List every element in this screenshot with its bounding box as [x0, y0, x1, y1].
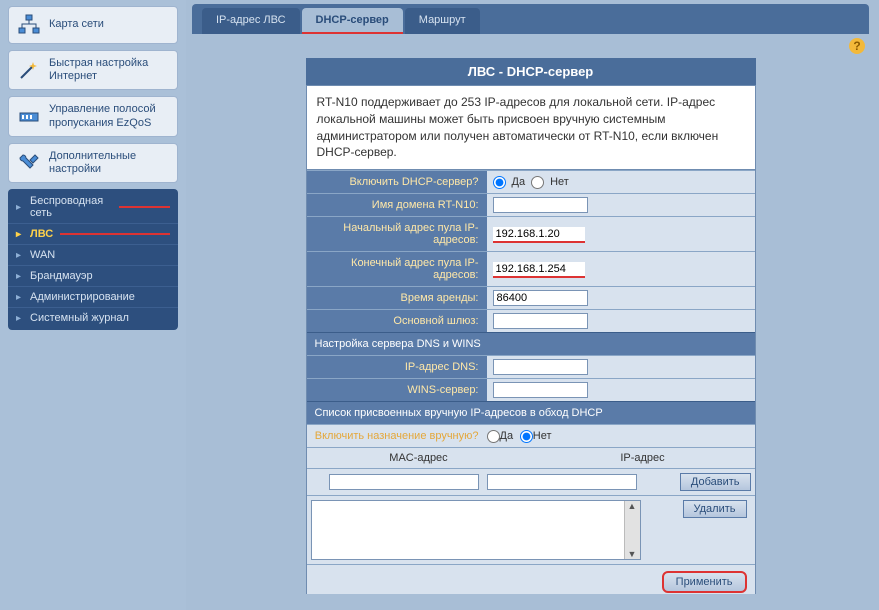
add-button[interactable]: Добавить: [680, 473, 751, 491]
gateway-input[interactable]: [493, 313, 588, 329]
domain-label: Имя домена RT-N10:: [307, 194, 487, 216]
radio-label-no: Нет: [533, 430, 552, 442]
domain-input[interactable]: [493, 197, 588, 213]
sub-label: ЛВС: [30, 228, 53, 240]
manual-yes[interactable]: [487, 430, 500, 443]
wins-input[interactable]: [493, 382, 588, 398]
panel-title: ЛВС - DHCP-сервер: [306, 58, 756, 85]
pool-start-input[interactable]: [493, 227, 585, 241]
sub-label: WAN: [30, 249, 55, 261]
scroll-up-icon[interactable]: ▲: [628, 501, 637, 511]
manual-no[interactable]: [520, 430, 533, 443]
dhcp-panel: RT-N10 поддерживает до 253 IP-адресов дл…: [306, 85, 756, 594]
help-icon[interactable]: ?: [849, 38, 865, 54]
tools-icon: [17, 151, 41, 175]
dns-wins-header: Настройка сервера DNS и WINS: [307, 332, 755, 355]
tab-dhcp-server[interactable]: DHCP-сервер: [302, 8, 403, 34]
sub-label: Беспроводная сеть: [30, 195, 113, 219]
pool-end-input[interactable]: [493, 262, 585, 276]
content: ЛВС - DHCP-сервер RT-N10 поддерживает до…: [192, 34, 869, 594]
sub-item-admin[interactable]: Администрирование: [8, 287, 178, 308]
mac-input[interactable]: [329, 474, 479, 490]
sub-label: Администрирование: [30, 291, 135, 303]
sub-label: Брандмауэр: [30, 270, 93, 282]
underline-icon: [60, 233, 170, 235]
tabs: IP-адрес ЛВС DHCP-сервер Маршрут: [192, 4, 869, 34]
col-mac-header: MAC-адрес: [307, 452, 531, 464]
manual-header: Список присвоенных вручную IP-адресов в …: [307, 401, 755, 424]
manual-enable-label: Включить назначение вручную?: [315, 430, 487, 442]
sub-item-firewall[interactable]: Брандмауэр: [8, 266, 178, 287]
scroll-down-icon[interactable]: ▼: [628, 549, 637, 559]
enable-dhcp-no[interactable]: [531, 176, 544, 189]
delete-button[interactable]: Удалить: [683, 500, 747, 518]
dns-label: IP-адрес DNS:: [307, 356, 487, 378]
lease-input[interactable]: [493, 290, 588, 306]
pool-end-label: Конечный адрес пула IP-адресов:: [307, 252, 487, 286]
sidebar-label: Дополнительные настройки: [49, 150, 171, 176]
sidebar-ezqos[interactable]: Управление полосой пропускания EzQoS: [8, 96, 178, 136]
ip-input[interactable]: [487, 474, 637, 490]
main-area: IP-адрес ЛВС DHCP-сервер Маршрут ? ЛВС -…: [186, 0, 879, 610]
sidebar-label: Управление полосой пропускания EzQoS: [49, 103, 171, 129]
gateway-label: Основной шлюз:: [307, 310, 487, 332]
enable-dhcp-label: Включить DHCP-сервер?: [307, 171, 487, 193]
sub-item-wireless[interactable]: Беспроводная сеть: [8, 191, 178, 224]
enable-dhcp-yes[interactable]: [493, 176, 506, 189]
wins-label: WINS-сервер:: [307, 379, 487, 401]
pool-start-label: Начальный адрес пула IP-адресов:: [307, 217, 487, 251]
network-map-icon: [17, 13, 41, 37]
dns-input[interactable]: [493, 359, 588, 375]
underline-icon: [119, 206, 170, 208]
sub-item-syslog[interactable]: Системный журнал: [8, 308, 178, 328]
lease-label: Время аренды:: [307, 287, 487, 309]
col-ip-header: IP-адрес: [531, 452, 755, 464]
radio-label-yes: Да: [500, 430, 514, 442]
assignment-list[interactable]: ▲▼: [311, 500, 641, 560]
sidebar-submenu: Беспроводная сеть ЛВС WAN Брандмауэр Адм…: [8, 189, 178, 330]
radio-label-yes: Да: [512, 176, 526, 188]
sub-item-lan[interactable]: ЛВС: [8, 224, 178, 245]
sidebar-label: Карта сети: [49, 18, 104, 31]
tab-lan-ip[interactable]: IP-адрес ЛВС: [202, 8, 300, 34]
sidebar-label: Быстрая настройка Интернет: [49, 57, 171, 83]
tab-route[interactable]: Маршрут: [405, 8, 480, 34]
sidebar: Карта сети Быстрая настройка Интернет Уп…: [0, 0, 186, 610]
scrollbar[interactable]: ▲▼: [624, 501, 640, 559]
sidebar-advanced[interactable]: Дополнительные настройки: [8, 143, 178, 183]
panel-description: RT-N10 поддерживает до 253 IP-адресов дл…: [307, 86, 755, 170]
bandwidth-icon: [17, 105, 41, 129]
sidebar-quick-setup[interactable]: Быстрая настройка Интернет: [8, 50, 178, 90]
radio-label-no: Нет: [550, 176, 569, 188]
sub-item-wan[interactable]: WAN: [8, 245, 178, 266]
sidebar-network-map[interactable]: Карта сети: [8, 6, 178, 44]
sub-label: Системный журнал: [30, 312, 129, 324]
apply-button[interactable]: Применить: [662, 571, 747, 593]
magic-wand-icon: [17, 58, 41, 82]
